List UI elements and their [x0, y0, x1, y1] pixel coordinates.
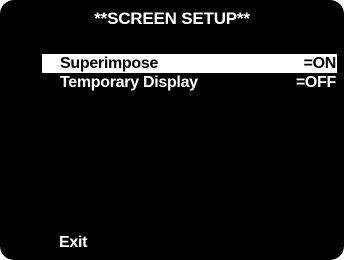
- triangle-right-icon: [44, 55, 55, 71]
- menu-item-label: Temporary Display: [60, 74, 198, 91]
- menu-item-value: =OFF: [295, 74, 336, 91]
- menu-item-value: =ON: [303, 55, 337, 72]
- menu-item-superimpose[interactable]: Superimpose =ON: [42, 54, 337, 73]
- menu-title: **SCREEN SETUP**: [94, 9, 250, 28]
- menu-list: Superimpose =ON Temporary Display =OFF: [42, 54, 337, 92]
- exit-menu-item[interactable]: Exit: [59, 234, 87, 252]
- screen-setup-menu: **SCREEN SETUP** Superimpose =ON Tempora…: [0, 0, 344, 260]
- menu-item-label: Superimpose: [60, 55, 159, 72]
- menu-item-temporary-display[interactable]: Temporary Display =OFF: [42, 73, 337, 92]
